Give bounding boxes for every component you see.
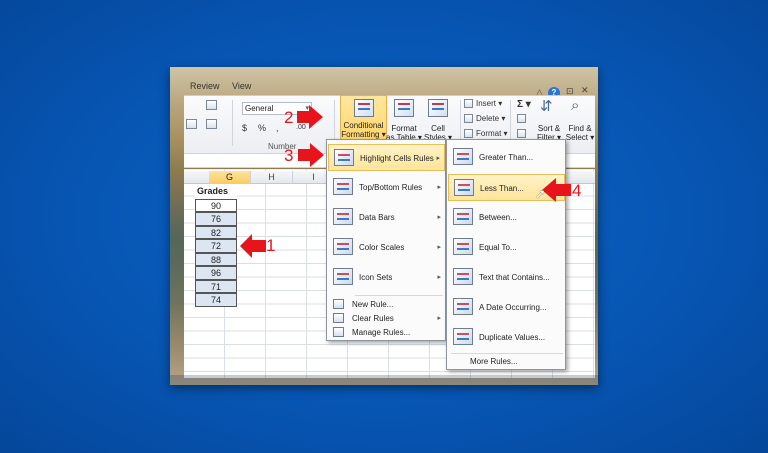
step-number-2: 2 <box>284 108 294 127</box>
step-number-3: 3 <box>284 146 294 165</box>
step-arrow-4 <box>542 178 571 202</box>
step-arrow-2 <box>297 105 323 129</box>
mouse-cursor-icon: ➚ <box>535 186 546 201</box>
step-number-4: 4 <box>572 181 582 200</box>
step-number-1: 1 <box>266 236 276 255</box>
step-arrow-1 <box>240 234 266 258</box>
annotation-overlay <box>240 105 571 258</box>
step-arrow-3 <box>298 143 324 167</box>
